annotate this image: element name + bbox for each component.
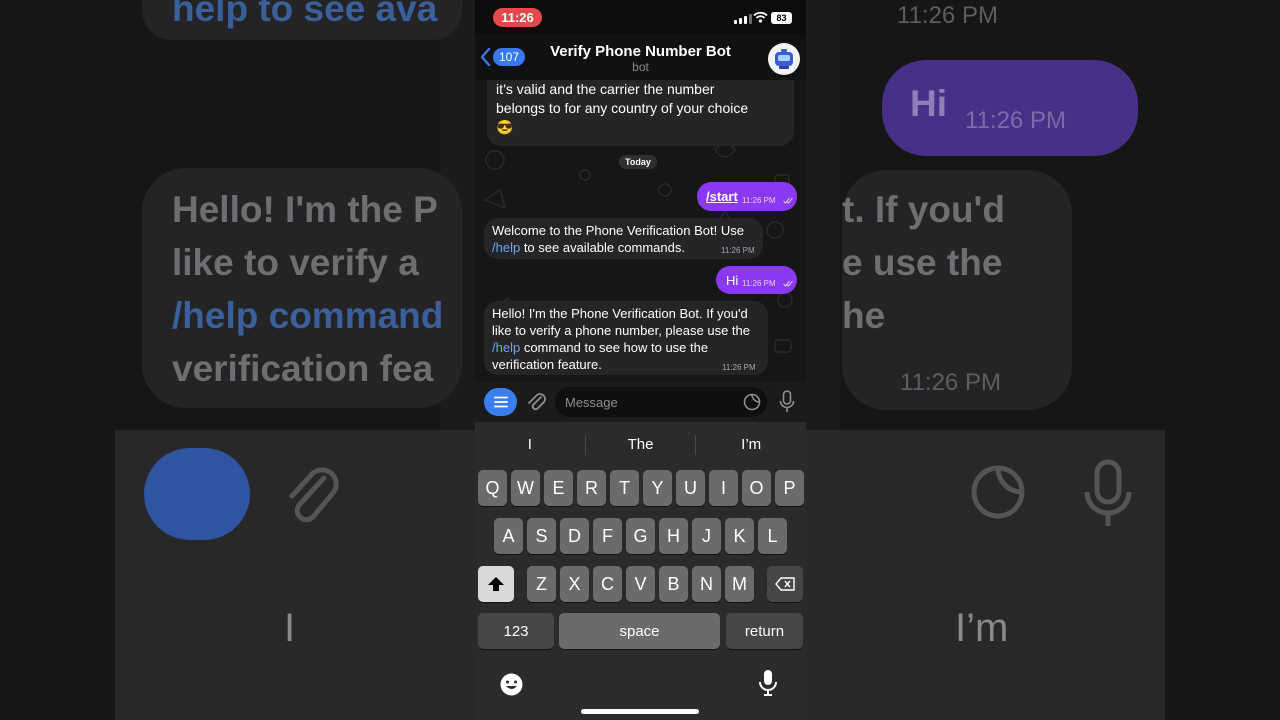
backdrop-bubble-time: 11:26 PM: [900, 369, 1001, 396]
message-bubble-outgoing[interactable]: /start 11:26 PM: [697, 182, 797, 211]
key-d[interactable]: D: [560, 518, 589, 554]
message-list[interactable]: it’s valid and the carrier the number be…: [475, 80, 806, 382]
key-g[interactable]: G: [626, 518, 655, 554]
date-separator: Today: [619, 155, 657, 169]
numbers-key[interactable]: 123: [478, 613, 554, 649]
key-t[interactable]: T: [610, 470, 639, 506]
chat-title[interactable]: Verify Phone Number Bot: [475, 43, 806, 60]
wifi-icon: [753, 11, 768, 23]
chat-header: 107 Verify Phone Number Bot bot: [475, 34, 806, 80]
message-composer: [475, 382, 806, 422]
status-bar: 11:26 83: [475, 0, 806, 34]
message-bubble-outgoing[interactable]: Hi 11:26 PM: [716, 266, 797, 294]
dictation-icon[interactable]: [758, 669, 778, 697]
key-q[interactable]: Q: [478, 470, 507, 506]
help-command-link[interactable]: /help: [492, 340, 520, 355]
backdrop-clip-icon: [289, 467, 339, 523]
key-m[interactable]: M: [725, 566, 754, 602]
return-key[interactable]: return: [726, 613, 803, 649]
backspace-icon: [775, 577, 795, 591]
key-r[interactable]: R: [577, 470, 606, 506]
key-k[interactable]: K: [725, 518, 754, 554]
backdrop-left-text: Hello! I'm the P like to verify a /help …: [172, 189, 444, 389]
key-n[interactable]: N: [692, 566, 721, 602]
suggestion[interactable]: I: [475, 432, 585, 458]
predictive-text-bar: I The I’m: [475, 432, 806, 458]
key-p[interactable]: P: [775, 470, 804, 506]
message-time: 11:26 PM: [742, 196, 776, 205]
backdrop-mic-icon: [1084, 459, 1132, 526]
key-z[interactable]: Z: [527, 566, 556, 602]
backdrop-hi-text: Hi: [910, 83, 947, 124]
key-s[interactable]: S: [527, 518, 556, 554]
ios-keyboard: I The I’m Q W E R T Y U I O P A S D F G …: [475, 422, 806, 720]
read-checkmarks-icon: [783, 280, 793, 287]
bot-menu-button[interactable]: [484, 388, 517, 416]
emoji-icon[interactable]: [499, 672, 524, 697]
chat-subtitle: bot: [632, 60, 649, 74]
backdrop-sticker-icon: [971, 465, 1025, 519]
backdrop-suggestion-left: I: [284, 606, 296, 650]
message-bubble-incoming[interactable]: it’s valid and the carrier the number be…: [487, 80, 794, 146]
shift-key[interactable]: [478, 566, 514, 602]
attach-icon[interactable]: [525, 391, 547, 413]
message-time: 11:26 PM: [722, 363, 756, 372]
robot-icon: [775, 49, 793, 69]
shift-arrow-icon: [488, 577, 504, 591]
key-e[interactable]: E: [544, 470, 573, 506]
key-v[interactable]: V: [626, 566, 655, 602]
backdrop-top-time: 11:26 PM: [897, 2, 998, 29]
message-text: Hi: [726, 273, 739, 288]
status-time: 11:26: [493, 8, 542, 27]
menu-icon: [493, 396, 508, 408]
backdrop-hi-time: 11:26 PM: [965, 107, 1066, 134]
key-b[interactable]: B: [659, 566, 688, 602]
backdrop-suggestion-right: I’m: [955, 606, 1009, 650]
backdrop-right-text: t. If you'd e use the he: [842, 189, 1005, 336]
cellular-signal-icon: [734, 14, 752, 24]
message-input[interactable]: [555, 387, 767, 417]
backdrop-top-text: help to see ava: [172, 0, 438, 29]
suggestion[interactable]: The: [586, 432, 696, 458]
key-j[interactable]: J: [692, 518, 721, 554]
start-command-link[interactable]: /start: [706, 188, 738, 205]
sticker-icon[interactable]: [743, 393, 761, 411]
home-indicator[interactable]: [581, 709, 699, 714]
bot-avatar[interactable]: [768, 43, 800, 75]
help-command-link[interactable]: /help: [492, 240, 520, 255]
key-f[interactable]: F: [593, 518, 622, 554]
space-key[interactable]: space: [559, 613, 720, 649]
key-y[interactable]: Y: [643, 470, 672, 506]
message-bubble-incoming[interactable]: Welcome to the Phone Verification Bot! U…: [484, 218, 763, 259]
key-w[interactable]: W: [511, 470, 540, 506]
message-text: it’s valid and the carrier the number be…: [496, 81, 749, 135]
message-time: 11:26 PM: [721, 246, 755, 255]
read-checkmarks-icon: [783, 197, 793, 204]
message-time: 11:26 PM: [742, 279, 776, 288]
message-bubble-incoming[interactable]: Hello! I'm the Phone Verification Bot. I…: [484, 301, 768, 375]
battery-indicator: 83: [771, 12, 792, 24]
key-h[interactable]: H: [659, 518, 688, 554]
delete-key[interactable]: [767, 566, 803, 602]
suggestion[interactable]: I’m: [696, 432, 806, 458]
key-x[interactable]: X: [560, 566, 589, 602]
key-l[interactable]: L: [758, 518, 787, 554]
key-u[interactable]: U: [676, 470, 705, 506]
key-c[interactable]: C: [593, 566, 622, 602]
backdrop-menu-button: [144, 448, 250, 540]
key-a[interactable]: A: [494, 518, 523, 554]
key-i[interactable]: I: [709, 470, 738, 506]
key-o[interactable]: O: [742, 470, 771, 506]
phone-screen: 11:26 83 107 Verify Phone Number Bot bot: [475, 0, 806, 720]
microphone-icon[interactable]: [779, 390, 795, 414]
